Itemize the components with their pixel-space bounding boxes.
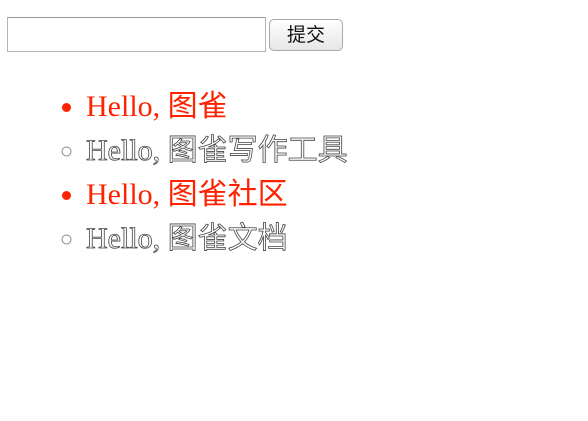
todo-item[interactable]: Hello, 图雀写作工具 <box>86 129 348 173</box>
todo-form: 提交 <box>7 17 343 52</box>
todo-list: Hello, 图雀 Hello, 图雀写作工具 Hello, 图雀社区 Hell… <box>40 85 348 261</box>
todo-item[interactable]: Hello, 图雀 <box>86 85 348 129</box>
todo-item[interactable]: Hello, 图雀文档 <box>86 217 348 261</box>
todo-input[interactable] <box>7 17 266 52</box>
todo-item[interactable]: Hello, 图雀社区 <box>86 173 348 217</box>
submit-button[interactable]: 提交 <box>269 18 343 51</box>
